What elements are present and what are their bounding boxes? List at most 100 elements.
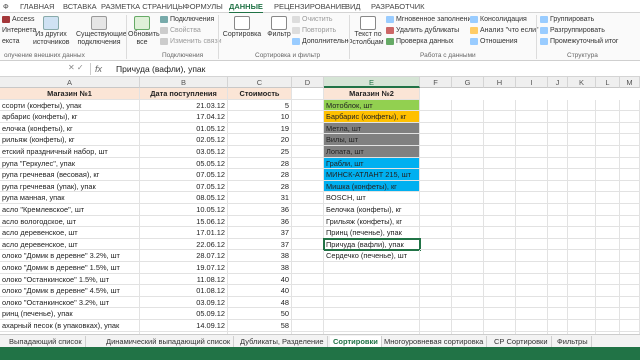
flash-fill-button[interactable]: Мгновенное заполнение [386,16,475,23]
tab-formulas[interactable]: ФОРМУЛЫ [184,2,223,11]
empty-cell[interactable] [484,238,516,251]
table-cell-a[interactable]: олоко "Домик в деревне" 3.2%, шт [0,250,140,262]
empty-cell[interactable] [452,227,484,239]
table-cell-c[interactable]: 58 [228,320,292,332]
empty-cell[interactable] [620,99,640,112]
cancel-confirm-icons[interactable]: ✕ ✓ [68,63,84,72]
empty-cell[interactable] [420,227,452,239]
table-cell-b[interactable]: 03.09.12 [140,296,228,309]
header-cell-date[interactable]: Дата поступления [140,88,228,100]
table-cell-a[interactable]: ринц (печенье), упак [0,308,140,320]
empty-cell[interactable] [620,215,640,228]
empty-cell[interactable] [596,157,620,170]
header-cell-cost[interactable]: Стоимость [228,88,292,100]
empty-cell[interactable] [596,262,620,274]
table-cell-a[interactable]: асло "Кремлевское", шт [0,204,140,216]
ungroup-button[interactable]: Разгруппировать [540,27,605,34]
empty-cell[interactable] [452,146,484,158]
empty-cell[interactable] [452,122,484,135]
empty-cell[interactable] [596,273,620,286]
table-cell-b[interactable]: 19.07.12 [140,262,228,274]
tab-page-layout[interactable]: РАЗМЕТКА СТРАНИЦЫ [101,2,184,11]
tab-insert[interactable]: ВСТАВКА [63,2,97,11]
relationships-button[interactable]: Отношения [470,38,518,45]
empty-cell[interactable] [516,273,548,286]
empty-cell[interactable] [484,250,516,262]
empty-cell[interactable] [292,122,324,135]
table-cell-a[interactable]: елочка (конфеты), кг [0,122,140,135]
empty-cell[interactable] [420,111,452,123]
table-cell-e[interactable] [324,296,420,309]
table-cell-a[interactable]: олоко "Останкинское" 1.5%, шт [0,273,140,286]
empty-cell[interactable] [548,146,568,158]
empty-cell[interactable] [568,192,596,204]
table-cell-c[interactable]: 5 [228,99,292,112]
column-header-d[interactable]: D [292,77,324,88]
table-cell-c[interactable]: 28 [228,180,292,193]
filter-button[interactable]: Фильтр [264,16,294,39]
empty-cell[interactable] [484,134,516,146]
empty-cell[interactable] [568,204,596,216]
empty-cell[interactable] [596,308,620,320]
table-cell-b[interactable]: 01.05.12 [140,122,228,135]
empty-cell[interactable] [292,227,324,239]
from-web-button[interactable]: Интернета [2,27,36,34]
table-cell-c[interactable]: 37 [228,227,292,239]
table-cell-b[interactable]: 05.09.12 [140,308,228,320]
empty-cell[interactable] [484,273,516,286]
table-cell-b[interactable]: 28.07.12 [140,250,228,262]
empty-cell[interactable] [596,146,620,158]
table-cell-e[interactable]: Сердечко (печенье), шт [324,250,420,262]
worksheet-grid[interactable]: A B C D E F G H I J K L M Магазин №1 Дат… [0,77,640,334]
column-header-i[interactable]: I [516,77,548,88]
empty-cell[interactable] [548,157,568,170]
table-cell-b[interactable]: 08.05.12 [140,192,228,204]
empty-cell[interactable] [484,296,516,309]
sheet-tab-duplicates[interactable]: Дубликаты, Разделение [237,336,328,347]
empty-cell[interactable] [420,146,452,158]
empty-cell[interactable] [484,204,516,216]
empty-cell[interactable] [420,273,452,286]
empty-cell[interactable] [548,250,568,262]
empty-cell[interactable] [452,134,484,146]
tab-developer[interactable]: РАЗРАБОТЧИК [371,2,424,11]
empty-cell[interactable] [484,122,516,135]
table-cell-a[interactable]: ахарный песок (в упаковках), упак [0,320,140,332]
empty-cell[interactable] [620,204,640,216]
empty-cell[interactable] [516,134,548,146]
empty-cell[interactable] [548,262,568,274]
empty-cell[interactable] [620,192,640,204]
empty-cell[interactable] [292,215,324,228]
empty-cell[interactable] [548,296,568,309]
table-cell-e[interactable] [324,262,420,274]
table-cell-c[interactable]: 19 [228,122,292,135]
table-cell-a[interactable]: рильяж (конфеты), кг [0,134,140,146]
empty-cell[interactable] [292,238,324,251]
empty-cell[interactable] [516,111,548,123]
empty-cell[interactable] [568,215,596,228]
empty-cell[interactable] [452,273,484,286]
empty-cell[interactable] [568,146,596,158]
empty-cell[interactable] [516,180,548,193]
table-cell-b[interactable]: 05.05.12 [140,157,228,170]
empty-cell[interactable] [596,320,620,332]
group-button[interactable]: Группировать [540,16,594,23]
empty-cell[interactable] [292,296,324,309]
empty-cell[interactable] [620,308,640,320]
data-validation-button[interactable]: Проверка данных [386,38,454,45]
table-cell-a[interactable]: асло деревенское, шт [0,238,140,251]
empty-cell[interactable] [292,169,324,181]
header-cell-shop1[interactable]: Магазин №1 [0,88,140,100]
empty-cell[interactable] [568,285,596,297]
table-cell-c[interactable]: 28 [228,169,292,181]
empty-cell[interactable] [568,157,596,170]
empty-cell[interactable] [620,262,640,274]
empty-cell[interactable] [620,169,640,181]
empty-cell[interactable] [516,146,548,158]
tab-home[interactable]: ГЛАВНАЯ [20,2,54,11]
table-cell-e[interactable] [324,273,420,286]
empty-cell[interactable] [516,250,548,262]
table-cell-c[interactable]: 20 [228,134,292,146]
table-cell-c[interactable]: 40 [228,285,292,297]
existing-connections-button[interactable]: Существующие подключения [76,16,127,47]
